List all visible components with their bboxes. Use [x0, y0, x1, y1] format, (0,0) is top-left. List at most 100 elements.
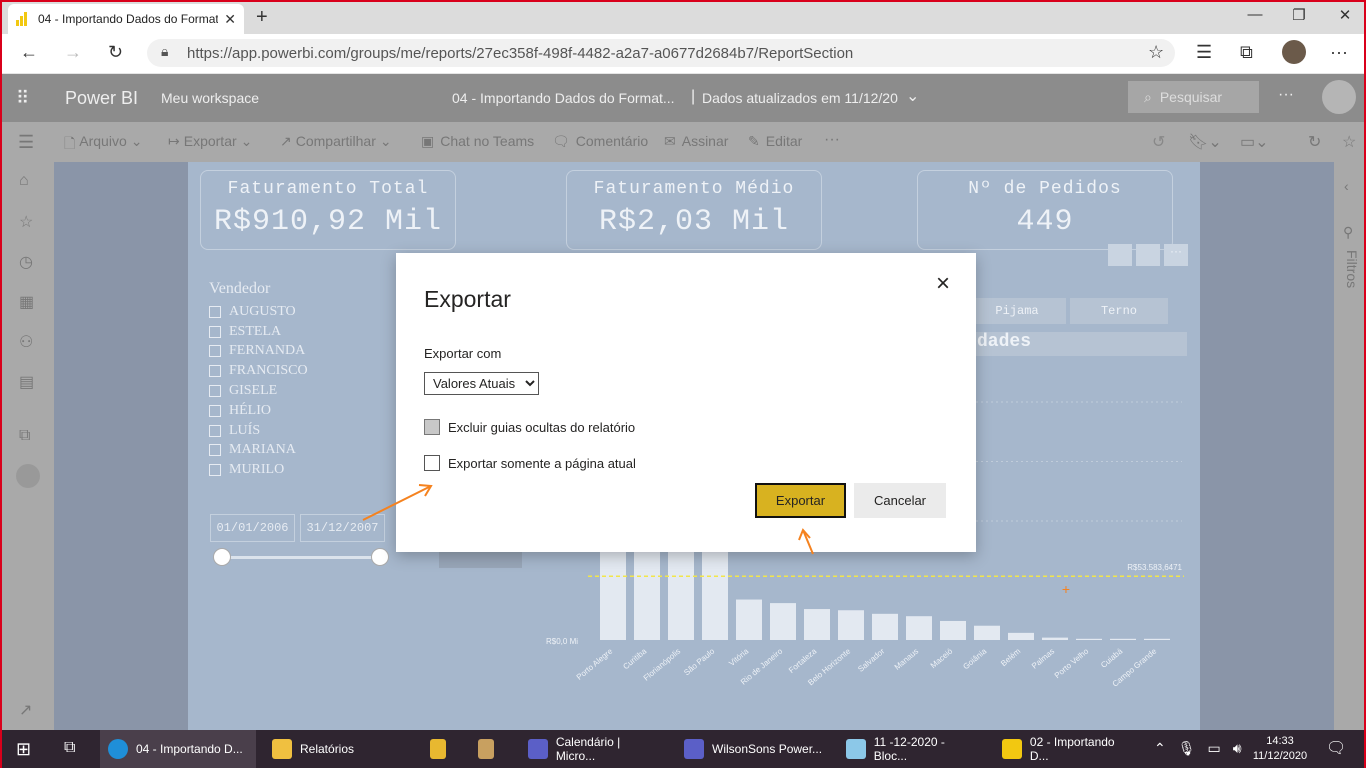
task-view-icon[interactable]: ⧉	[64, 739, 75, 757]
collections-icon[interactable]: ⧉	[1240, 42, 1253, 63]
chevron-left-icon[interactable]: ‹	[1344, 178, 1349, 194]
exportar-button[interactable]: Exportar	[755, 483, 846, 518]
minimize-icon[interactable]: —	[1232, 6, 1278, 23]
view-icon[interactable]: ▭⌄	[1240, 132, 1269, 152]
favorite-star-icon[interactable]: ☆	[1148, 42, 1164, 63]
checkbox-disabled[interactable]	[424, 419, 440, 435]
maximize-icon[interactable]: ❐	[1276, 6, 1322, 24]
checkbox[interactable]	[209, 385, 221, 398]
slicer-item[interactable]: FERNANDA	[209, 342, 308, 362]
checkbox[interactable]	[209, 404, 221, 417]
taskbar-item-edge[interactable]: 04 - Importando D...	[100, 730, 256, 768]
toolbar-more-icon[interactable]: ···	[824, 131, 840, 149]
favorites-nav-icon[interactable]: ☆	[19, 212, 33, 232]
subscribe-button[interactable]: ✉ Assinar	[664, 133, 728, 150]
teams-chat-button[interactable]: ▣ Chat no Teams	[421, 133, 534, 150]
export-with-select[interactable]: Valores Atuais	[424, 372, 539, 395]
workspace-link[interactable]: Meu workspace	[161, 90, 259, 106]
refresh-icon[interactable]: ↻	[108, 42, 123, 63]
edit-button[interactable]: ✎ Editar	[748, 133, 802, 150]
kpi-label: Nº de Pedidos	[968, 179, 1122, 199]
checkbox[interactable]	[209, 444, 221, 457]
arquivo-menu[interactable]: 🗋︎ Arquivo ⌄	[64, 133, 142, 157]
volume-icon[interactable]: 🔊︎	[1233, 740, 1242, 757]
start-date-input[interactable]: 01/01/2006	[210, 514, 295, 542]
compartilhar-menu[interactable]: ↗ Compartilhar ⌄	[280, 133, 392, 150]
chevron-down-icon[interactable]: ⌄	[906, 86, 919, 106]
refresh-report-icon[interactable]: ↻	[1308, 132, 1321, 152]
apps-icon[interactable]: ▦	[19, 292, 34, 312]
slicer-item[interactable]: AUGUSTO	[209, 302, 308, 322]
slicer-item[interactable]: GISELE	[209, 381, 308, 401]
favorite-report-icon[interactable]: ☆	[1342, 132, 1356, 152]
user-avatar[interactable]	[1322, 80, 1356, 114]
reset-icon[interactable]: ↺	[1152, 132, 1165, 152]
search-box[interactable]: ⌕ Pesquisar	[1128, 81, 1259, 113]
network-icon[interactable]: ▭	[1208, 740, 1221, 757]
my-workspace-icon[interactable]	[16, 464, 40, 488]
slider-end-handle[interactable]	[371, 548, 389, 566]
browser-tab[interactable]: 04 - Importando Dados do Formato ✕	[8, 4, 244, 34]
expand-icon[interactable]: ↗	[19, 700, 32, 720]
checkbox[interactable]	[209, 345, 221, 358]
profile-avatar[interactable]	[1282, 40, 1306, 64]
tile-terno[interactable]: Terno	[1070, 298, 1168, 324]
url-field[interactable]: 🔒︎ https://app.powerbi.com/groups/me/rep…	[147, 39, 1175, 67]
slicer-item[interactable]: ESTELA	[209, 322, 308, 342]
slicer-item[interactable]: LUÍS	[209, 421, 308, 441]
forward-icon[interactable]: →	[64, 42, 82, 63]
taskbar-item-teams-calendar[interactable]: Calendário | Micro...	[520, 730, 670, 768]
focus-mode-icon[interactable]	[1136, 244, 1160, 266]
comment-button[interactable]: 🗨︎ Comentário	[552, 133, 648, 150]
chevron-up-icon[interactable]: ⌃	[1154, 740, 1166, 757]
taskbar-item-teams[interactable]: WilsonSons Power...	[676, 730, 832, 768]
checkbox[interactable]	[209, 424, 221, 437]
close-icon[interactable]: ×	[936, 270, 950, 298]
learn-icon[interactable]: ▤	[19, 372, 34, 392]
exportar-menu[interactable]: ↦ Exportar ⌄	[168, 133, 252, 150]
slider-start-handle[interactable]	[213, 548, 231, 566]
checkbox[interactable]	[209, 464, 221, 477]
new-tab-icon[interactable]: +	[256, 6, 268, 29]
visual-more-icon[interactable]: ···	[1164, 244, 1188, 266]
taskbar-item-powerbi[interactable]: 02 - Importando D...	[994, 730, 1144, 768]
updated-status[interactable]: Dados atualizados em 11/12/20	[702, 90, 898, 106]
taskbar-item-notepad[interactable]: 11 -12-2020 - Bloc...	[838, 730, 988, 768]
date-range-slider[interactable]	[222, 556, 380, 559]
windows-start-icon[interactable]: ⊞	[16, 739, 31, 760]
taskbar-item-explorer[interactable]: Relatórios	[264, 730, 414, 768]
checkbox[interactable]	[209, 365, 221, 378]
current-page-only-option[interactable]: Exportar somente a página atual	[424, 455, 636, 471]
tile-pijama[interactable]: Pijama	[968, 298, 1066, 324]
exclude-hidden-tabs-option[interactable]: Excluir guias ocultas do relatório	[424, 419, 635, 435]
workspaces-icon[interactable]: ⧉	[19, 427, 30, 445]
more-options-icon[interactable]: ···	[1278, 86, 1294, 104]
favorites-icon[interactable]: ☰	[1196, 42, 1212, 63]
clock[interactable]: 14:33 11/12/2020	[1250, 734, 1310, 764]
slicer-item[interactable]: FRANCISCO	[209, 361, 308, 381]
checkbox[interactable]	[209, 325, 221, 338]
window-close-icon[interactable]: ✕	[1322, 6, 1366, 24]
taskbar-item-pinned-1[interactable]	[422, 730, 462, 768]
close-icon[interactable]: ✕	[224, 11, 236, 28]
hamburger-icon[interactable]: ☰	[18, 132, 34, 153]
checkbox[interactable]	[424, 455, 440, 471]
recent-icon[interactable]: ◷	[19, 252, 33, 272]
back-icon[interactable]: ←	[20, 42, 38, 63]
taskbar-item-pinned-2[interactable]	[470, 730, 510, 768]
app-launcher-icon[interactable]: ⠿	[16, 88, 31, 109]
slicer-item[interactable]: MARIANA	[209, 441, 308, 461]
shared-icon[interactable]: ⚇	[19, 332, 33, 352]
cancelar-button[interactable]: Cancelar	[854, 483, 946, 518]
slicer-item[interactable]: HÉLIO	[209, 401, 308, 421]
checkbox[interactable]	[209, 305, 221, 318]
brand-label[interactable]: Power BI	[65, 88, 138, 109]
home-icon[interactable]: ⌂	[19, 172, 29, 190]
visual-filter-icon[interactable]	[1108, 244, 1132, 266]
notifications-icon[interactable]: 🗨︎	[1326, 738, 1346, 758]
slicer-item[interactable]: MURILO	[209, 460, 308, 480]
browser-menu-icon[interactable]: ···	[1330, 42, 1348, 63]
filters-pane[interactable]	[1334, 162, 1364, 730]
microphone-icon[interactable]: 🎙︎	[1178, 740, 1196, 757]
bookmark-icon[interactable]: 🔖︎⌄	[1188, 132, 1222, 152]
